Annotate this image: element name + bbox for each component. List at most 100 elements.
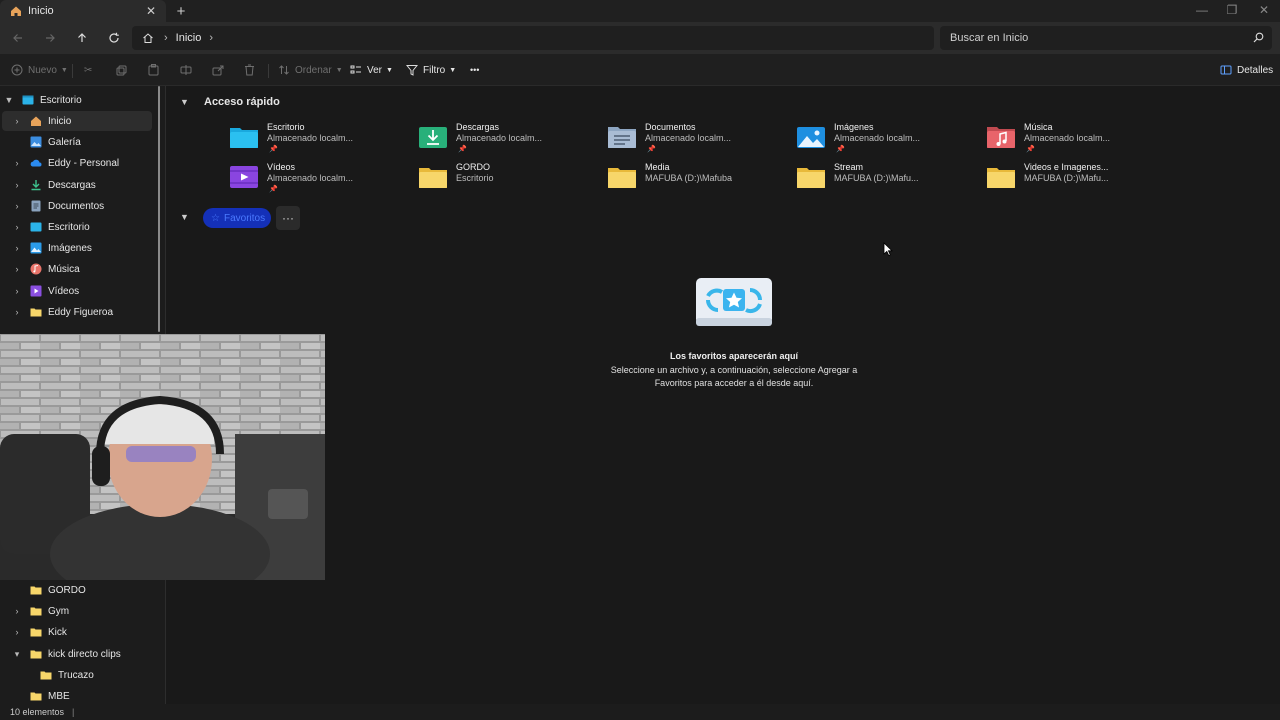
address-bar[interactable]: › Inicio › — [132, 26, 934, 50]
paste-button[interactable] — [148, 61, 159, 79]
maximize-button[interactable]: ❐ — [1216, 0, 1248, 20]
up-button[interactable] — [72, 28, 92, 48]
chevron-right-icon[interactable]: › — [10, 627, 24, 637]
quick-access-item-escritorio[interactable]: Escritorio Almacenado localm... 📌 — [229, 122, 409, 156]
chevron-right-icon[interactable]: › — [10, 116, 24, 126]
sidebar-item-mbe[interactable]: MBE — [10, 686, 152, 706]
sidebar-item-videos[interactable]: › Vídeos — [10, 281, 152, 301]
sidebar-item-eddy-personal[interactable]: › Eddy - Personal — [10, 153, 152, 173]
new-tab-button[interactable]: + — [172, 2, 190, 20]
tab-inicio[interactable]: Inicio ✕ — [0, 0, 166, 22]
quick-access-item-gordo[interactable]: GORDO Escritorio — [418, 162, 598, 196]
sidebar-item-inicio[interactable]: › Inicio — [2, 111, 152, 131]
sidebar-item-trucazo[interactable]: Trucazo — [20, 665, 152, 685]
documents-icon — [31, 200, 41, 212]
quick-access-item-descargas[interactable]: Descargas Almacenado localm... 📌 — [418, 122, 598, 156]
chevron-right-icon[interactable]: › — [209, 32, 213, 44]
breadcrumb-inicio[interactable]: Inicio — [176, 32, 202, 44]
delete-button[interactable] — [244, 61, 255, 79]
arrow-left-icon — [13, 34, 22, 42]
back-button[interactable] — [8, 28, 28, 48]
favorites-collapse-chevron-icon[interactable]: ▼ — [180, 212, 189, 222]
sidebar-item-gordo[interactable]: GORDO — [10, 580, 152, 600]
quick-access-name: Media — [645, 162, 670, 172]
sort-button[interactable]: Ordenar ▼ — [278, 61, 343, 79]
chevron-right-icon[interactable]: › — [10, 201, 24, 211]
pin-icon: 📌 — [647, 146, 656, 153]
sidebar-item-escritorio[interactable]: › Escritorio — [10, 217, 152, 237]
quick-access-location: MAFUBA (D:)\Mafuba — [645, 173, 733, 183]
quick-access-item-documentos[interactable]: Documentos Almacenado localm... 📌 — [607, 122, 787, 156]
pin-icon: 📌 — [269, 186, 278, 193]
minimize-button[interactable]: — — [1186, 0, 1218, 20]
sidebar-item-escritorio-root[interactable]: ▼ Escritorio — [2, 90, 152, 110]
rename-button[interactable] — [180, 61, 192, 79]
sidebar-item-label: Escritorio — [40, 94, 82, 106]
close-window-button[interactable]: ✕ — [1248, 0, 1280, 20]
copy-button[interactable] — [116, 61, 127, 79]
chevron-right-icon[interactable]: › — [10, 264, 24, 274]
favorites-more-button[interactable]: ··· — [276, 206, 300, 230]
forward-button[interactable] — [40, 28, 60, 48]
rename-icon — [180, 65, 192, 75]
chevron-right-icon[interactable]: › — [10, 222, 24, 232]
folder-icon — [419, 168, 447, 188]
filter-button[interactable]: Filtro ▼ — [406, 61, 456, 79]
share-icon — [212, 65, 224, 76]
sidebar-item-label: GORDO — [48, 584, 86, 596]
view-button[interactable]: Ver ▼ — [350, 61, 393, 79]
quick-access-item-stream[interactable]: Stream MAFUBA (D:)\Mafu... — [796, 162, 976, 196]
command-bar: Nuevo ▼ ✂ Ordenar ▼ Ver ▼ Filtro ▼ ••• D… — [0, 54, 1280, 86]
sidebar-item-kick[interactable]: › Kick — [10, 622, 152, 642]
quick-access-item-videos-e-imagenes[interactable]: Videos e Imagenes... MAFUBA (D:)\Mafu... — [986, 162, 1166, 196]
chevron-down-icon[interactable]: ▼ — [2, 95, 16, 105]
copy-icon — [116, 65, 127, 75]
sidebar-item-kick-directo-clips[interactable]: ▾ kick directo clips — [10, 644, 152, 664]
sidebar-scrollbar[interactable] — [158, 86, 160, 332]
quick-access-header[interactable]: ▼ Acceso rápido — [180, 96, 280, 108]
sidebar-item-label: Inicio — [48, 115, 72, 127]
chevron-right-icon[interactable]: › — [10, 307, 24, 317]
mouse-cursor-icon — [883, 242, 893, 256]
quick-access-item-videos[interactable]: Vídeos Almacenado localm... 📌 — [229, 162, 409, 196]
details-pane-icon — [1220, 65, 1232, 75]
new-button[interactable]: Nuevo ▼ — [11, 61, 68, 79]
sidebar-item-label: Kick — [48, 626, 67, 638]
chevron-right-icon[interactable]: › — [10, 180, 24, 190]
share-button[interactable] — [212, 61, 224, 79]
chevron-right-icon[interactable]: › — [10, 243, 24, 253]
clipboard-icon — [148, 64, 159, 76]
sidebar-item-musica[interactable]: › Música — [10, 259, 152, 279]
chevron-right-icon[interactable]: › — [10, 606, 24, 616]
close-tab-icon[interactable]: ✕ — [142, 2, 160, 20]
chevron-down-icon[interactable]: ▼ — [180, 97, 194, 107]
search-input[interactable]: Buscar en Inicio — [940, 26, 1272, 50]
chevron-right-icon[interactable]: › — [10, 158, 24, 168]
quick-access-item-media[interactable]: Media MAFUBA (D:)\Mafuba — [607, 162, 787, 196]
folder-icon — [30, 692, 42, 701]
quick-access-name: Imágenes — [834, 122, 874, 132]
sidebar-item-imagenes[interactable]: › Imágenes — [10, 238, 152, 258]
cut-button[interactable]: ✂ — [84, 61, 92, 79]
more-options-button[interactable]: ••• — [470, 61, 479, 79]
refresh-icon — [109, 32, 119, 43]
videos-folder-icon — [230, 166, 258, 188]
sidebar-item-documentos[interactable]: › Documentos — [10, 196, 152, 216]
quick-access-item-musica[interactable]: Música Almacenado localm... 📌 — [986, 122, 1166, 156]
folder-icon — [30, 607, 42, 616]
quick-access-item-imagenes[interactable]: Imágenes Almacenado localm... 📌 — [796, 122, 976, 156]
trash-icon — [245, 64, 254, 76]
quick-access-location: Almacenado localm... — [645, 133, 732, 143]
refresh-button[interactable] — [104, 28, 124, 48]
favorites-header-button[interactable]: ☆ Favoritos — [203, 208, 271, 228]
chevron-right-icon[interactable]: › — [10, 286, 24, 296]
favorites-label: Favoritos — [223, 212, 266, 224]
sidebar-item-gym[interactable]: › Gym — [10, 601, 152, 621]
music-folder-icon — [987, 127, 1015, 148]
details-button[interactable]: Detalles — [1220, 61, 1273, 79]
chevron-down-icon[interactable]: ▾ — [10, 649, 24, 660]
sidebar-item-eddy-figueroa[interactable]: › Eddy Figueroa — [10, 302, 152, 322]
sidebar-item-galeria[interactable]: Galería — [10, 132, 152, 152]
sidebar-item-descargas[interactable]: › Descargas — [10, 175, 152, 195]
chevron-down-icon: ▼ — [335, 66, 343, 74]
